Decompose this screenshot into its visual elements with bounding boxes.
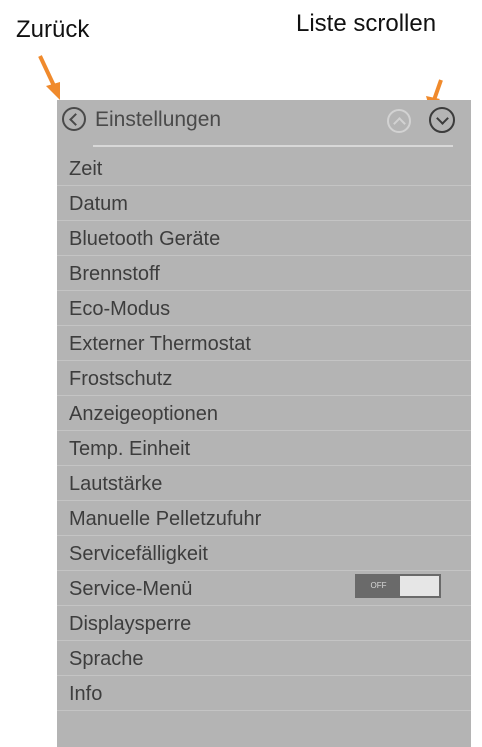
list-item-label: Frostschutz [69,368,173,390]
list-item-label: Brennstoff [69,263,160,285]
list-item-externer-thermostat[interactable]: Externer Thermostat [57,326,471,361]
list-item-anzeigeoptionen[interactable]: Anzeigeoptionen [57,396,471,431]
back-icon[interactable] [62,107,86,131]
list-item-label: Anzeigeoptionen [69,403,219,425]
list-item-label: Manuelle Pelletzufuhr [69,508,262,530]
annotation-arrow-back [38,55,60,100]
list-item-label: Service-Menü [69,578,193,600]
list-item-eco-modus[interactable]: Eco-Modus [57,291,471,326]
list-item-zeit[interactable]: Zeit [57,151,471,186]
list-item-datum[interactable]: Datum [57,186,471,221]
page-title: Einstellungen [95,108,222,131]
header-divider [93,145,453,147]
list-item-frostschutz[interactable]: Frostschutz [57,361,471,396]
list-item-lautstaerke[interactable]: Lautstärke [57,466,471,501]
settings-list: Zeit Datum Bluetooth Geräte Brennstoff E… [57,151,471,711]
list-item-label: Temp. Einheit [69,438,191,460]
list-item-servicefaelligkeit[interactable]: Servicefälligkeit [57,536,471,571]
toggle-knob: OFF [357,576,400,596]
service-menu-toggle[interactable]: OFF [355,574,441,598]
settings-screen: Einstellungen Zeit Datum Bluetooth Gerät… [57,100,471,747]
list-item-label: Eco-Modus [69,298,171,320]
list-item-label: Sprache [69,648,144,670]
list-item-label: Externer Thermostat [69,333,251,355]
list-item-manuelle-pelletzufuhr[interactable]: Manuelle Pelletzufuhr [57,501,471,536]
scroll-down-icon[interactable] [429,107,455,133]
list-item-label: Datum [69,193,128,215]
list-item-label: Zeit [69,158,103,180]
list-item-label: Lautstärke [69,473,163,495]
list-item-info[interactable]: Info [57,676,471,711]
list-item-bluetooth[interactable]: Bluetooth Geräte [57,221,471,256]
list-item-label: Displaysperre [69,613,192,635]
list-item-sprache[interactable]: Sprache [57,641,471,676]
list-item-label: Servicefälligkeit [69,543,208,565]
list-item-label: Bluetooth Geräte [69,228,221,250]
list-item-displaysperre[interactable]: Displaysperre [57,606,471,641]
scroll-up-icon[interactable] [387,109,411,133]
list-item-service-menue[interactable]: Service-Menü OFF [57,571,471,606]
header: Einstellungen [57,100,471,147]
list-item-label: Info [69,683,103,705]
annotation-scroll-label: Liste scrollen [296,10,437,37]
annotation-back-label: Zurück [16,16,90,43]
list-item-temp-einheit[interactable]: Temp. Einheit [57,431,471,466]
list-item-brennstoff[interactable]: Brennstoff [57,256,471,291]
